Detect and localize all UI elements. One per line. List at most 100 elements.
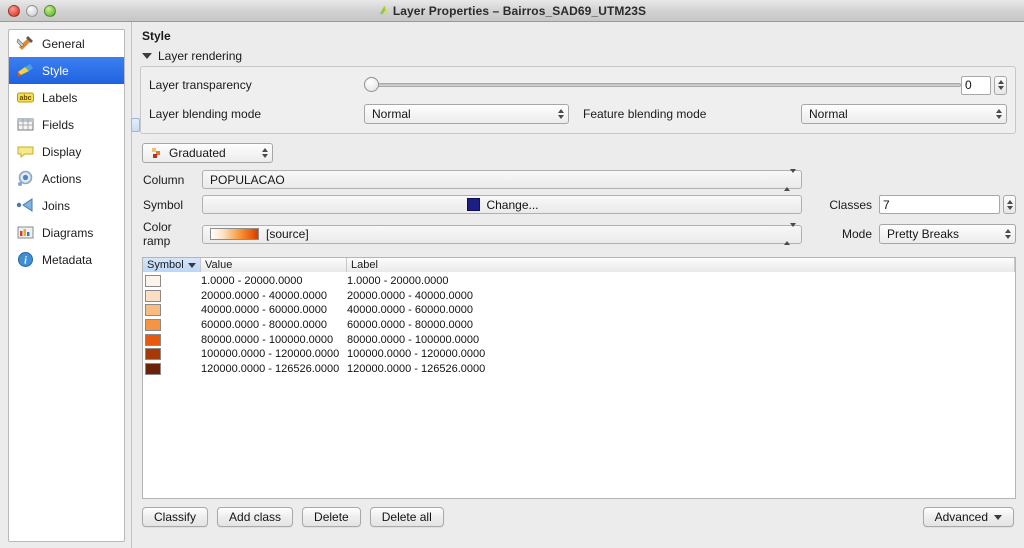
delete-button[interactable]: Delete	[302, 507, 361, 527]
color-ramp-value: [source]	[266, 227, 309, 241]
class-color-swatch	[145, 275, 161, 288]
table-row[interactable]: 20000.0000 - 40000.0000 20000.0000 - 400…	[143, 289, 1015, 304]
column-select[interactable]: POPULACAO	[202, 168, 802, 191]
zoom-button[interactable]	[44, 4, 56, 17]
chevron-updown-icon[interactable]	[262, 148, 268, 158]
row-symbol-cell[interactable]	[143, 289, 201, 302]
sidebar-item-fields[interactable]: Fields	[9, 111, 124, 138]
advanced-button[interactable]: Advanced	[922, 507, 1014, 527]
sidebar-item-diagrams[interactable]: Diagrams	[9, 219, 124, 246]
layer-transparency-slider[interactable]	[364, 75, 961, 95]
table-row[interactable]: 80000.0000 - 100000.0000 80000.0000 - 10…	[143, 332, 1015, 347]
column-header-value-label: Value	[205, 259, 233, 271]
layer-blending-mode-select[interactable]: Normal	[364, 104, 569, 124]
classes-spin-buttons[interactable]	[1003, 195, 1016, 214]
row-symbol-cell[interactable]	[143, 333, 201, 346]
chevron-up-icon	[996, 109, 1002, 113]
color-ramp-row: Color ramp [source] Mode Pretty Breaks	[140, 220, 1016, 248]
class-color-swatch	[145, 319, 161, 332]
color-ramp-select[interactable]: [source]	[202, 223, 802, 245]
table-row[interactable]: 100000.0000 - 120000.0000 100000.0000 - …	[143, 347, 1015, 362]
sidebar-item-label: Actions	[42, 171, 82, 186]
row-label-cell[interactable]: 40000.0000 - 60000.0000	[347, 304, 1015, 316]
color-ramp-label: Color ramp	[143, 220, 172, 248]
row-symbol-cell[interactable]	[143, 319, 201, 332]
delete-all-button[interactable]: Delete all	[369, 507, 444, 527]
page-title: Style	[142, 29, 171, 43]
renderer-type-select[interactable]: Graduated	[142, 143, 273, 163]
row-value-cell[interactable]: 120000.0000 - 126526.0000	[201, 363, 347, 375]
chevron-up-icon[interactable]	[1006, 199, 1013, 204]
column-row: Column POPULACAO	[140, 168, 1016, 191]
row-label-cell[interactable]: 60000.0000 - 80000.0000	[347, 319, 1015, 331]
feature-blending-mode-value: Normal	[809, 107, 848, 121]
chevron-down-icon[interactable]	[1006, 205, 1013, 210]
chevron-down-icon[interactable]	[997, 86, 1004, 90]
table-row[interactable]: 1.0000 - 20000.0000 1.0000 - 20000.0000	[143, 274, 1015, 289]
row-value-cell[interactable]: 20000.0000 - 40000.0000	[201, 290, 347, 302]
classes-input[interactable]: 7	[879, 195, 1000, 214]
classify-button[interactable]: Classify	[142, 507, 209, 527]
minimize-button[interactable]	[26, 4, 38, 17]
table-row[interactable]: 40000.0000 - 60000.0000 40000.0000 - 600…	[143, 303, 1015, 318]
symbol-change-button[interactable]: Change...	[202, 195, 802, 214]
speech-bubble-icon	[16, 142, 35, 161]
row-value-cell[interactable]: 40000.0000 - 60000.0000	[201, 304, 347, 316]
row-label-cell[interactable]: 20000.0000 - 40000.0000	[347, 290, 1015, 302]
chevron-updown-icon[interactable]	[558, 109, 564, 119]
row-value-cell[interactable]: 1.0000 - 20000.0000	[201, 275, 347, 287]
sidebar-item-style[interactable]: Style	[9, 57, 124, 84]
column-header-symbol[interactable]: Symbol	[143, 258, 201, 272]
column-header-value[interactable]: Value	[201, 258, 347, 272]
row-value-cell[interactable]: 100000.0000 - 120000.0000	[201, 348, 347, 360]
layer-rendering-group-header[interactable]: Layer rendering	[140, 47, 1016, 66]
table-row[interactable]: 60000.0000 - 80000.0000 60000.0000 - 800…	[143, 318, 1015, 333]
sidebar-item-metadata[interactable]: i Metadata	[9, 246, 124, 273]
classes-stepper[interactable]: 7	[879, 195, 1016, 214]
window-body: General Style abc Labels Fields Display …	[0, 22, 1024, 548]
chevron-updown-icon[interactable]	[1005, 229, 1011, 239]
sidebar-item-display[interactable]: Display	[9, 138, 124, 165]
close-button[interactable]	[8, 4, 20, 17]
slider-thumb[interactable]	[364, 77, 379, 92]
info-circle-icon: i	[16, 250, 35, 269]
slider-track	[372, 83, 961, 87]
row-symbol-cell[interactable]	[143, 304, 201, 317]
layer-transparency-input[interactable]: 0	[961, 75, 991, 95]
row-label-cell[interactable]: 100000.0000 - 120000.0000	[347, 348, 1015, 360]
sidebar-item-label: Joins	[42, 198, 71, 213]
row-symbol-cell[interactable]	[143, 348, 201, 361]
chevron-up-icon[interactable]	[997, 80, 1004, 84]
graduated-renderer-icon	[150, 146, 164, 160]
sidebar-item-actions[interactable]: Actions	[9, 165, 124, 192]
row-symbol-cell[interactable]	[143, 275, 201, 288]
sidebar-item-labels[interactable]: abc Labels	[9, 84, 124, 111]
panel-splitter[interactable]	[131, 118, 140, 318]
sidebar-item-label: Style	[42, 63, 69, 78]
row-value-cell[interactable]: 80000.0000 - 100000.0000	[201, 334, 347, 346]
column-header-label[interactable]: Label	[347, 258, 1015, 272]
table-row[interactable]: 120000.0000 - 126526.0000 120000.0000 - …	[143, 362, 1015, 377]
row-label-cell[interactable]: 120000.0000 - 126526.0000	[347, 363, 1015, 375]
classes-label: Classes	[829, 197, 872, 212]
transparency-spin-buttons[interactable]	[994, 75, 1007, 95]
chevron-updown-icon[interactable]	[996, 109, 1002, 119]
layer-transparency-stepper[interactable]: 0	[961, 75, 1007, 95]
row-symbol-cell[interactable]	[143, 362, 201, 375]
sidebar-item-general[interactable]: General	[9, 30, 124, 57]
classes-table: Symbol Value Label 1.0000 - 20000.0000 1…	[142, 257, 1016, 499]
chevron-down-icon	[558, 115, 564, 119]
add-class-button[interactable]: Add class	[217, 507, 294, 527]
feature-blending-mode-select[interactable]: Normal	[801, 104, 1007, 124]
window-title: Layer Properties – Bairros_SAD69_UTM23S	[0, 4, 1024, 18]
sidebar-item-joins[interactable]: Joins	[9, 192, 124, 219]
symbol-label: Symbol	[143, 197, 184, 212]
chevron-updown-icon[interactable]	[784, 168, 796, 191]
row-label-cell[interactable]: 1.0000 - 20000.0000	[347, 275, 1015, 287]
layer-rendering-label: Layer rendering	[158, 49, 243, 63]
row-label-cell[interactable]: 80000.0000 - 100000.0000	[347, 334, 1015, 346]
splitter-handle[interactable]	[131, 118, 140, 132]
mode-select[interactable]: Pretty Breaks	[879, 224, 1016, 244]
row-value-cell[interactable]: 60000.0000 - 80000.0000	[201, 319, 347, 331]
chevron-updown-icon[interactable]	[784, 223, 796, 245]
